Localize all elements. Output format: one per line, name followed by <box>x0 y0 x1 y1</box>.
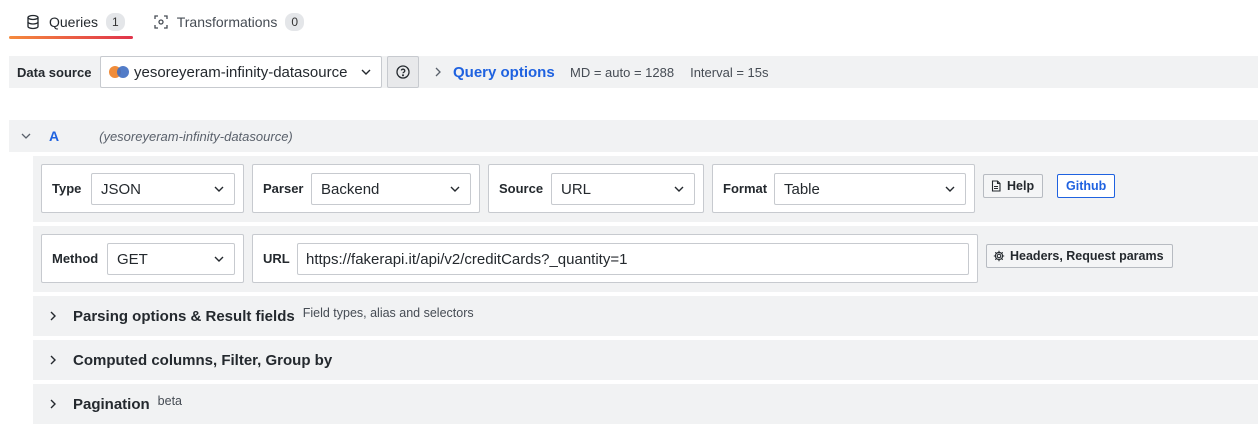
chevron-down-icon <box>674 186 684 192</box>
chevron-down-icon <box>450 186 460 192</box>
query-row-header: A (yesoreyeram-infinity-datasource) <box>9 120 1258 152</box>
format-select[interactable]: Table <box>774 173 966 205</box>
question-circle-icon <box>396 65 410 79</box>
headers-label: Headers, Request params <box>1010 249 1164 263</box>
section-title: Parsing options & Result fields <box>73 307 295 325</box>
chevron-right-icon <box>48 311 58 321</box>
type-label: Type <box>52 181 82 196</box>
tab-queries-count: 1 <box>106 13 125 31</box>
section-computed-columns[interactable]: Computed columns, Filter, Group by <box>33 340 1258 380</box>
format-field: Format Table <box>712 164 975 213</box>
help-button[interactable]: Help <box>983 174 1044 198</box>
format-label: Format <box>723 181 768 196</box>
query-type-row: Type JSON Parser Backend Source URL Form… <box>33 156 1258 222</box>
type-select[interactable]: JSON <box>91 173 235 205</box>
tab-queries[interactable]: Queries 1 <box>9 8 133 39</box>
parser-field: Parser Backend <box>252 164 480 213</box>
source-field: Source URL <box>488 164 704 213</box>
section-title: Pagination <box>73 395 150 413</box>
query-options-toggle[interactable]: Query options <box>433 56 555 88</box>
chevron-down-icon <box>214 186 224 192</box>
source-value: URL <box>561 180 592 198</box>
document-icon <box>990 180 1002 192</box>
parser-value: Backend <box>321 180 380 198</box>
headers-request-params-button[interactable]: Headers, Request params <box>986 244 1173 268</box>
query-tabs: Queries 1 Transformations 0 <box>9 8 312 40</box>
method-select[interactable]: GET <box>107 243 235 275</box>
help-label: Help <box>1007 179 1035 193</box>
format-value: Table <box>784 180 820 198</box>
tab-queries-label: Queries <box>49 14 99 30</box>
url-value: https://fakerapi.it/api/v2/creditCards?_… <box>306 250 628 268</box>
github-button[interactable]: Github <box>1057 174 1116 198</box>
section-parsing-options[interactable]: Parsing options & Result fields Field ty… <box>33 296 1258 336</box>
datasource-row: Data source yesoreyeram-infinity-datasou… <box>9 56 1258 88</box>
database-icon <box>25 14 41 30</box>
section-pagination[interactable]: Pagination beta <box>33 384 1258 424</box>
infinity-logo-icon <box>109 66 129 78</box>
interval: Interval = 15s <box>690 64 769 80</box>
source-label: Source <box>499 181 544 196</box>
url-label: URL <box>263 251 290 266</box>
parser-label: Parser <box>263 181 304 196</box>
method-label: Method <box>52 251 99 266</box>
method-field: Method GET <box>41 234 244 283</box>
max-datapoints: MD = auto = 1288 <box>570 64 675 80</box>
query-datasource-name: (yesoreyeram-infinity-datasource) <box>99 128 293 144</box>
url-field: URL https://fakerapi.it/api/v2/creditCar… <box>252 234 978 283</box>
datasource-picker[interactable]: yesoreyeram-infinity-datasource <box>100 56 382 88</box>
tab-transformations-count: 0 <box>285 13 305 31</box>
query-url-row: Method GET URL https://fakerapi.it/api/v… <box>33 226 1258 292</box>
section-title: Computed columns, Filter, Group by <box>73 351 333 369</box>
parser-select[interactable]: Backend <box>311 173 471 205</box>
beta-badge: beta <box>157 394 183 408</box>
section-description: Field types, alias and selectors <box>302 306 474 320</box>
chevron-right-icon <box>433 67 443 77</box>
transform-icon <box>153 14 169 30</box>
datasource-help-button[interactable] <box>387 56 419 88</box>
datasource-label: Data source <box>17 64 92 80</box>
source-select[interactable]: URL <box>551 173 695 205</box>
chevron-right-icon <box>48 399 58 409</box>
chevron-down-icon <box>214 256 224 262</box>
type-value: JSON <box>101 180 142 198</box>
collapse-icon[interactable] <box>21 131 31 141</box>
url-input[interactable]: https://fakerapi.it/api/v2/creditCards?_… <box>297 243 969 275</box>
query-options-summary: MD = auto = 1288 Interval = 15s <box>570 56 768 88</box>
github-label: Github <box>1066 179 1107 193</box>
chevron-down-icon <box>361 69 371 75</box>
tab-transformations-label: Transformations <box>176 14 278 30</box>
tab-transformations[interactable]: Transformations 0 <box>133 8 312 36</box>
query-name[interactable]: A <box>49 128 59 144</box>
gear-icon <box>993 250 1005 262</box>
query-options-label: Query options <box>453 63 555 81</box>
datasource-selected: yesoreyeram-infinity-datasource <box>134 63 348 81</box>
chevron-right-icon <box>48 355 58 365</box>
method-value: GET <box>117 250 148 268</box>
chevron-down-icon <box>945 186 955 192</box>
type-field: Type JSON <box>41 164 244 213</box>
